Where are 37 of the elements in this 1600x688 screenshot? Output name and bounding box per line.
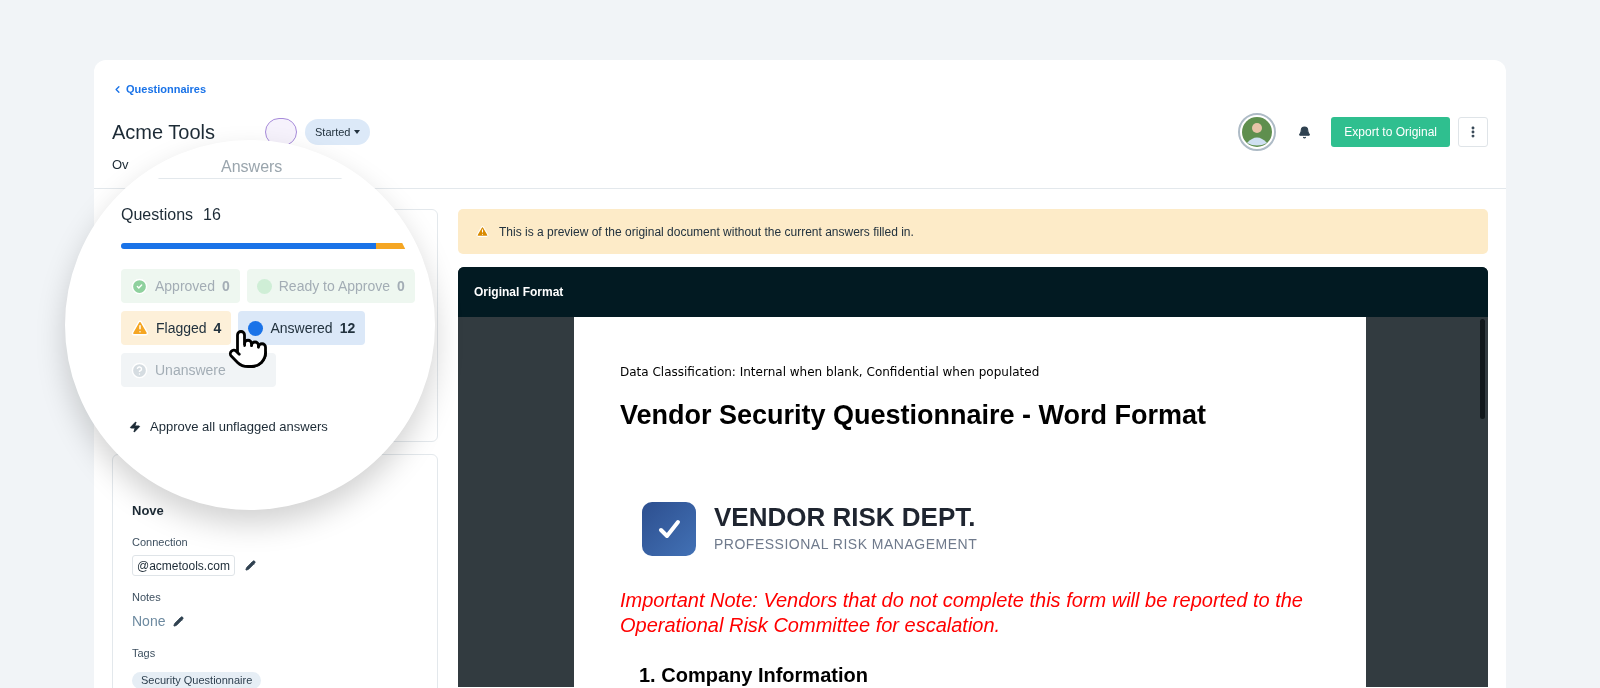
connection-value: @acmetools.com	[132, 555, 235, 576]
section-heading: 1. Company Information	[639, 662, 869, 687]
lightning-icon	[129, 420, 141, 433]
avatar	[1238, 113, 1277, 151]
classification-text: Data Classification: Internal when blank, Confidential when populated	[620, 364, 1041, 381]
status-filter[interactable]: Answered 12	[238, 311, 366, 345]
tab[interactable]: Answers	[221, 158, 283, 176]
logo-tagline: PROFESSIONAL RISK MANAGEMENT	[714, 535, 978, 554]
viewer-title: Original Format	[474, 284, 564, 301]
page-title: Acme Tools	[112, 120, 215, 145]
details-heading: Nove	[132, 502, 164, 520]
edit-icon[interactable]	[173, 615, 185, 627]
logo-icon	[642, 501, 696, 556]
edit-icon[interactable]	[244, 560, 256, 571]
document-title: Vendor Security Questionnaire - Word Format	[620, 399, 1208, 432]
tag: Security Questionnaire	[132, 671, 262, 688]
field-label: Connection	[132, 534, 189, 550]
important-note: Important Note: Vendors that do not complete this form will be reported to the Operational Risk Committee for escalation.	[620, 587, 1304, 638]
status-filter[interactable]: Flagged 4	[121, 311, 232, 345]
logo-name: VENDOR RISK DEPT.	[714, 502, 977, 532]
caret-icon	[354, 130, 361, 134]
scrollbar[interactable]	[1479, 319, 1485, 419]
notification-bell-icon[interactable]	[1298, 125, 1312, 139]
status-dropdown[interactable]: Started	[305, 119, 371, 145]
warning-icon	[476, 225, 489, 238]
tab[interactable]: Ov	[112, 158, 129, 172]
field-label: Tags	[132, 645, 157, 661]
questions-label: Questions	[121, 205, 194, 225]
approve-all-link[interactable]: Approve all unflagged answers	[150, 417, 328, 437]
questions-count: 16	[203, 205, 221, 225]
notice-text: This is a preview of the original document without the current answers filled in.	[499, 223, 914, 241]
field-label: Notes	[132, 590, 162, 605]
hand-cursor-icon	[227, 328, 269, 370]
notes-value: None	[132, 611, 166, 631]
export-button[interactable]: Export to Original	[1331, 117, 1450, 147]
owner-avatar	[265, 118, 297, 146]
back-link[interactable]: Questionnaires	[112, 81, 207, 98]
